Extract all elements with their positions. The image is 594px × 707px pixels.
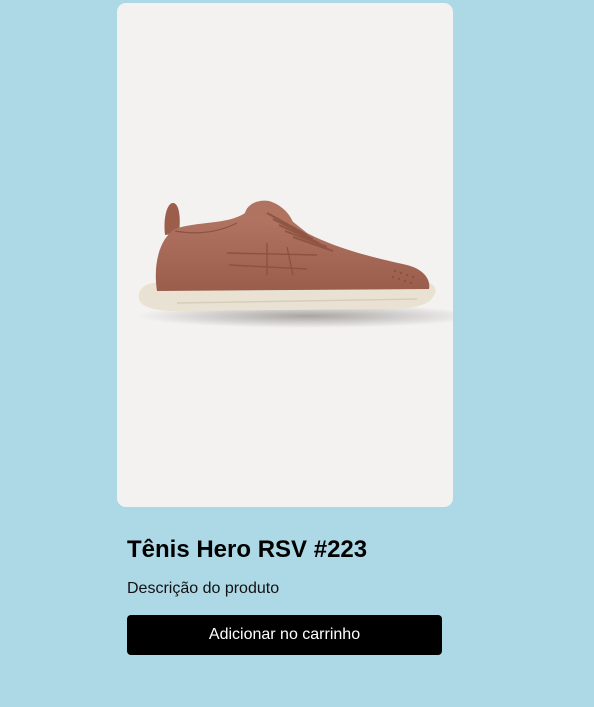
product-info: Tênis Hero RSV #223 Descrição do produto… [117, 535, 453, 655]
product-description: Descrição do produto [127, 580, 280, 597]
add-to-cart-button[interactable]: Adicionar no carrinho [127, 615, 442, 655]
sneaker-image [137, 200, 453, 328]
product-title: Tênis Hero RSV #223 [127, 536, 368, 563]
product-card: Tênis Hero RSV #223 Descrição do produto… [117, 3, 453, 655]
product-image[interactable] [117, 3, 453, 507]
